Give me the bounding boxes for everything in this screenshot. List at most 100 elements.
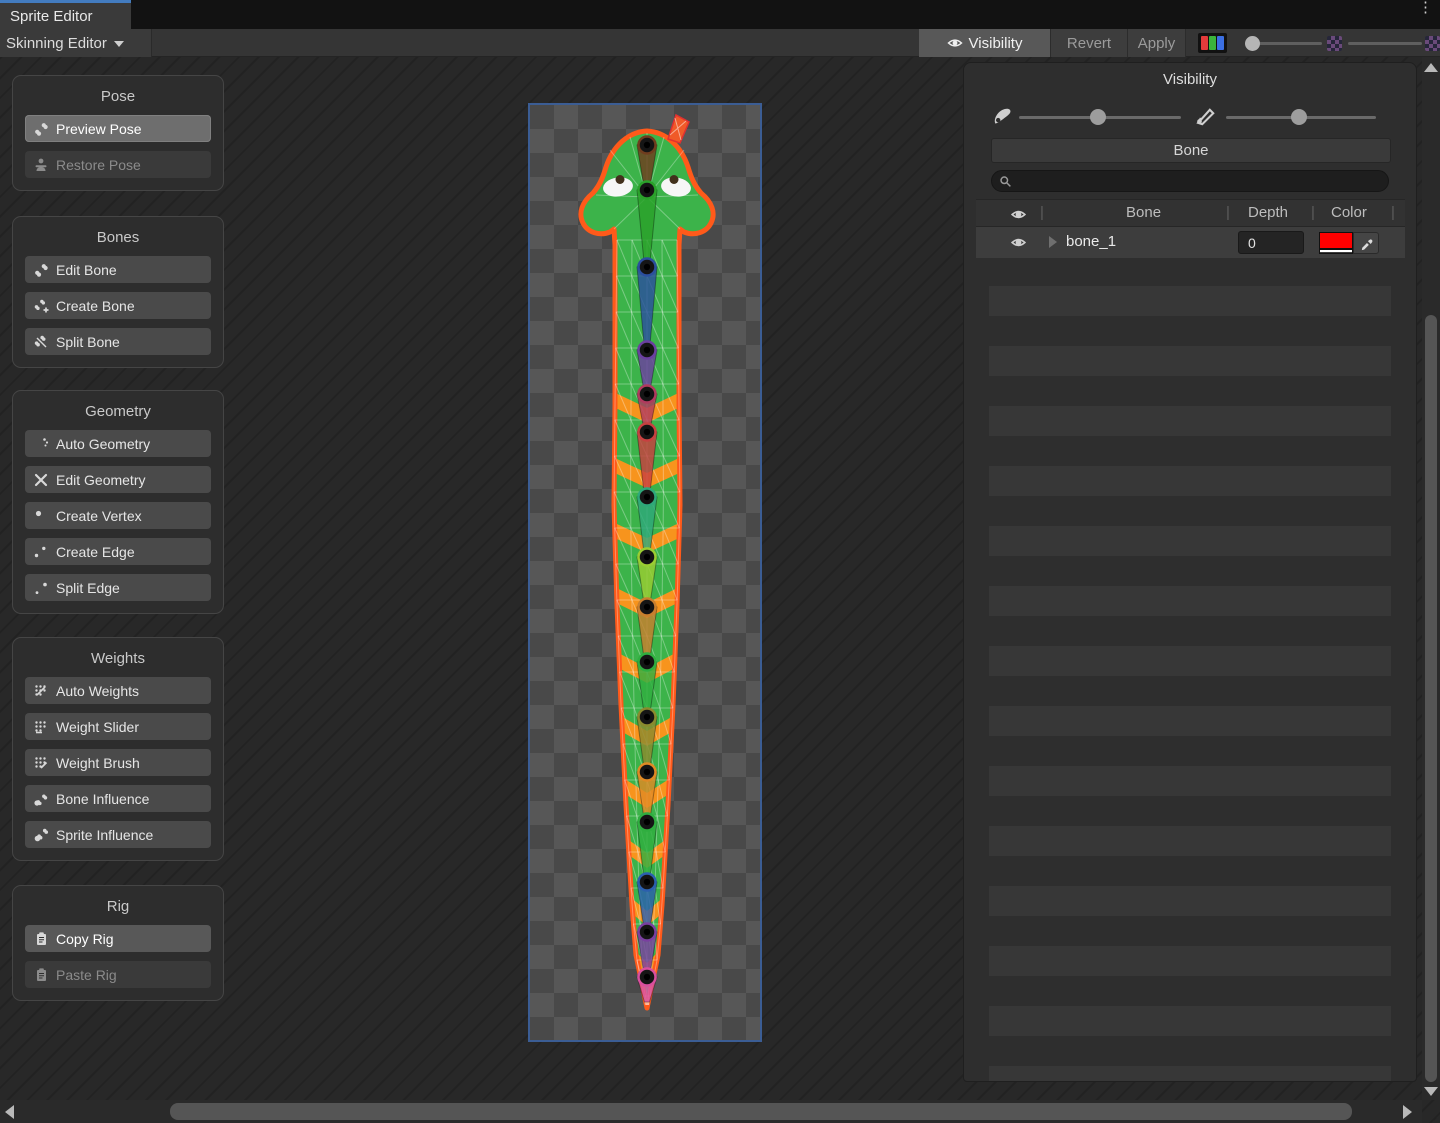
- vertical-scrollbar-thumb[interactable]: [1425, 315, 1437, 1082]
- geometry-panel: Geometry Auto Geometry Edit Geometry Cre…: [12, 390, 224, 614]
- mesh-texture-icon: [1425, 36, 1440, 51]
- skinning-editor-dropdown[interactable]: Skinning Editor: [0, 29, 152, 57]
- edit-geometry-icon: [33, 472, 49, 488]
- header-separator: |: [1311, 204, 1315, 221]
- bone-table-header: | Bone | Depth | Color |: [976, 199, 1405, 227]
- bone-pose-icon: [33, 121, 49, 137]
- scroll-right-arrow-icon[interactable]: [1403, 1105, 1412, 1119]
- sprite-influence-button[interactable]: Sprite Influence: [25, 821, 211, 848]
- apply-button[interactable]: Apply: [1127, 29, 1186, 57]
- bones-panel: Bones Edit Bone Create Bone Split Bone: [12, 216, 224, 368]
- revert-button[interactable]: Revert: [1050, 29, 1127, 57]
- chevron-down-icon: [114, 41, 124, 47]
- mesh-opacity-slider-knob[interactable]: [1291, 109, 1307, 125]
- scroll-up-arrow-icon[interactable]: [1424, 63, 1438, 72]
- bone-influence-button[interactable]: Bone Influence: [25, 785, 211, 812]
- color-eyedropper-button[interactable]: [1353, 232, 1379, 254]
- sprite-opacity-slider-knob[interactable]: [1245, 36, 1260, 51]
- weights-panel: Weights Auto Weights Weight Slider Weigh…: [12, 637, 224, 861]
- restore-pose-label: Restore Pose: [56, 157, 141, 173]
- create-edge-icon: [33, 544, 49, 560]
- sprite-influence-icon: [33, 827, 49, 843]
- create-bone-button[interactable]: Create Bone: [25, 292, 211, 319]
- bone-influence-icon: [33, 791, 49, 807]
- column-header-bone[interactable]: Bone: [1126, 204, 1161, 221]
- preview-pose-label: Preview Pose: [56, 121, 142, 137]
- auto-weights-button[interactable]: Auto Weights: [25, 677, 211, 704]
- weight-brush-button[interactable]: Weight Brush: [25, 749, 211, 776]
- create-edge-label: Create Edge: [56, 544, 135, 560]
- bone-search-input[interactable]: [991, 170, 1389, 192]
- scroll-left-arrow-icon[interactable]: [5, 1105, 14, 1119]
- edit-geometry-label: Edit Geometry: [56, 472, 145, 488]
- create-vertex-icon: [33, 508, 49, 524]
- bone-list-empty-rows: [989, 286, 1391, 1081]
- bone-opacity-slider-knob[interactable]: [1090, 109, 1106, 125]
- sprite-influence-label: Sprite Influence: [56, 827, 153, 843]
- mesh-opacity-icon: [1194, 105, 1216, 127]
- edit-bone-button[interactable]: Edit Bone: [25, 256, 211, 283]
- header-separator: |: [1391, 204, 1395, 221]
- search-icon: [999, 175, 1012, 188]
- bone-table-row[interactable]: bone_1: [976, 227, 1405, 258]
- copy-rig-icon: [33, 931, 49, 947]
- create-edge-button[interactable]: Create Edge: [25, 538, 211, 565]
- edit-bone-icon: [33, 262, 49, 278]
- weight-brush-icon: [33, 755, 49, 771]
- visibility-column-eye-icon[interactable]: [1010, 206, 1027, 223]
- column-header-color[interactable]: Color: [1331, 204, 1367, 221]
- mesh-opacity-slider-track[interactable]: [1348, 42, 1422, 45]
- person-icon: [33, 157, 49, 173]
- row-visibility-eye-icon[interactable]: [1010, 234, 1027, 251]
- visibility-panel: Visibility Bone | Bone | Depth | Color |…: [963, 62, 1417, 1082]
- sprite-canvas[interactable]: [528, 103, 762, 1042]
- split-bone-label: Split Bone: [56, 334, 120, 350]
- kebab-menu-icon[interactable]: ⋮: [1418, 4, 1428, 11]
- column-header-depth[interactable]: Depth: [1248, 204, 1288, 221]
- preview-pose-button[interactable]: Preview Pose: [25, 115, 211, 142]
- toolbar: Skinning Editor Visibility Revert Apply: [0, 29, 1440, 57]
- rgb-red-bar: [1201, 36, 1208, 50]
- header-separator: |: [1040, 204, 1044, 221]
- paste-rig-button[interactable]: Paste Rig: [25, 961, 211, 988]
- split-bone-icon: [33, 334, 49, 350]
- tab-bone[interactable]: Bone: [991, 138, 1391, 163]
- restore-pose-button[interactable]: Restore Pose: [25, 151, 211, 178]
- row-expander-icon[interactable]: [1049, 236, 1057, 248]
- tab-sprite-editor[interactable]: Sprite Editor: [0, 0, 131, 29]
- create-vertex-button[interactable]: Create Vertex: [25, 502, 211, 529]
- scroll-down-arrow-icon[interactable]: [1424, 1087, 1438, 1096]
- rig-panel: Rig Copy Rig Paste Rig: [12, 885, 224, 1001]
- bone-color-swatch-fill: [1320, 233, 1352, 248]
- tab-bone-label: Bone: [1173, 142, 1208, 159]
- bone-depth-input[interactable]: [1238, 231, 1304, 254]
- weight-slider-label: Weight Slider: [56, 719, 139, 735]
- visibility-toggle-button[interactable]: Visibility: [919, 29, 1050, 57]
- weights-panel-title: Weights: [25, 650, 211, 667]
- bone-name-label: bone_1: [1066, 233, 1116, 250]
- create-bone-icon: [33, 298, 49, 314]
- skinning-editor-label: Skinning Editor: [6, 35, 107, 52]
- window-titlebar: Sprite Editor ⋮: [0, 0, 1440, 29]
- create-vertex-label: Create Vertex: [56, 508, 142, 524]
- eyedropper-icon: [1359, 236, 1374, 251]
- revert-label: Revert: [1067, 35, 1111, 52]
- sprite-color-mode-button[interactable]: [1198, 33, 1227, 53]
- rgb-blue-bar: [1217, 36, 1224, 50]
- copy-rig-button[interactable]: Copy Rig: [25, 925, 211, 952]
- horizontal-scrollbar-thumb[interactable]: [170, 1103, 1352, 1120]
- horizontal-scrollbar[interactable]: [0, 1100, 1422, 1123]
- create-bone-label: Create Bone: [56, 298, 135, 314]
- bone-opacity-icon: [992, 105, 1014, 127]
- split-bone-button[interactable]: Split Bone: [25, 328, 211, 355]
- vertical-scrollbar[interactable]: [1422, 57, 1440, 1100]
- header-separator: |: [1226, 204, 1230, 221]
- auto-geometry-button[interactable]: Auto Geometry: [25, 430, 211, 457]
- split-edge-button[interactable]: Split Edge: [25, 574, 211, 601]
- bones-panel-title: Bones: [25, 229, 211, 246]
- edit-geometry-button[interactable]: Edit Geometry: [25, 466, 211, 493]
- bone-color-swatch[interactable]: [1319, 232, 1353, 254]
- weight-slider-button[interactable]: Weight Slider: [25, 713, 211, 740]
- visibility-panel-title: Visibility: [964, 71, 1416, 88]
- rig-panel-title: Rig: [25, 898, 211, 915]
